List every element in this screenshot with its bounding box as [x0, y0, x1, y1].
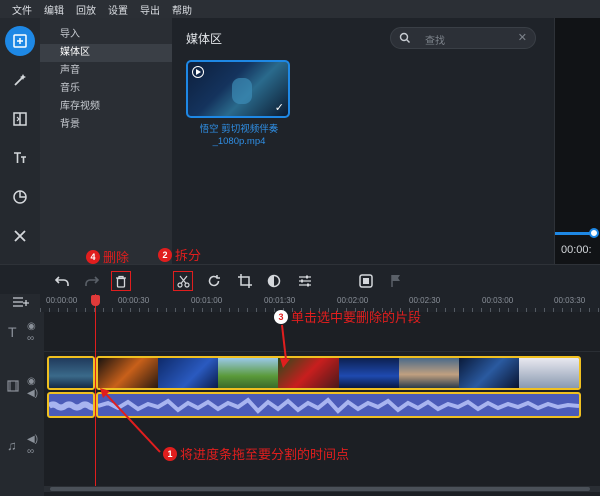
- scrollbar-thumb[interactable]: [50, 487, 590, 491]
- annotation-arrows: [100, 324, 290, 453]
- annotation-drag-playhead: 1 将进度条拖至要分割的时间点: [163, 444, 349, 463]
- annotation-select-clip: 3 单击选中要删除的片段: [274, 307, 421, 326]
- timeline-scrollbar[interactable]: [44, 486, 600, 492]
- annotation-text: 单击选中要删除的片段: [291, 310, 422, 325]
- annotation-text: 将进度条拖至要分割的时间点: [180, 447, 350, 462]
- annotation-number: 3: [274, 309, 288, 324]
- annotation-number: 1: [163, 446, 177, 461]
- video-editor-window: 文件 编辑 回放 设置 导出 帮助 导入 媒体区 声音 音乐 库存视频 背景 媒…: [0, 0, 600, 496]
